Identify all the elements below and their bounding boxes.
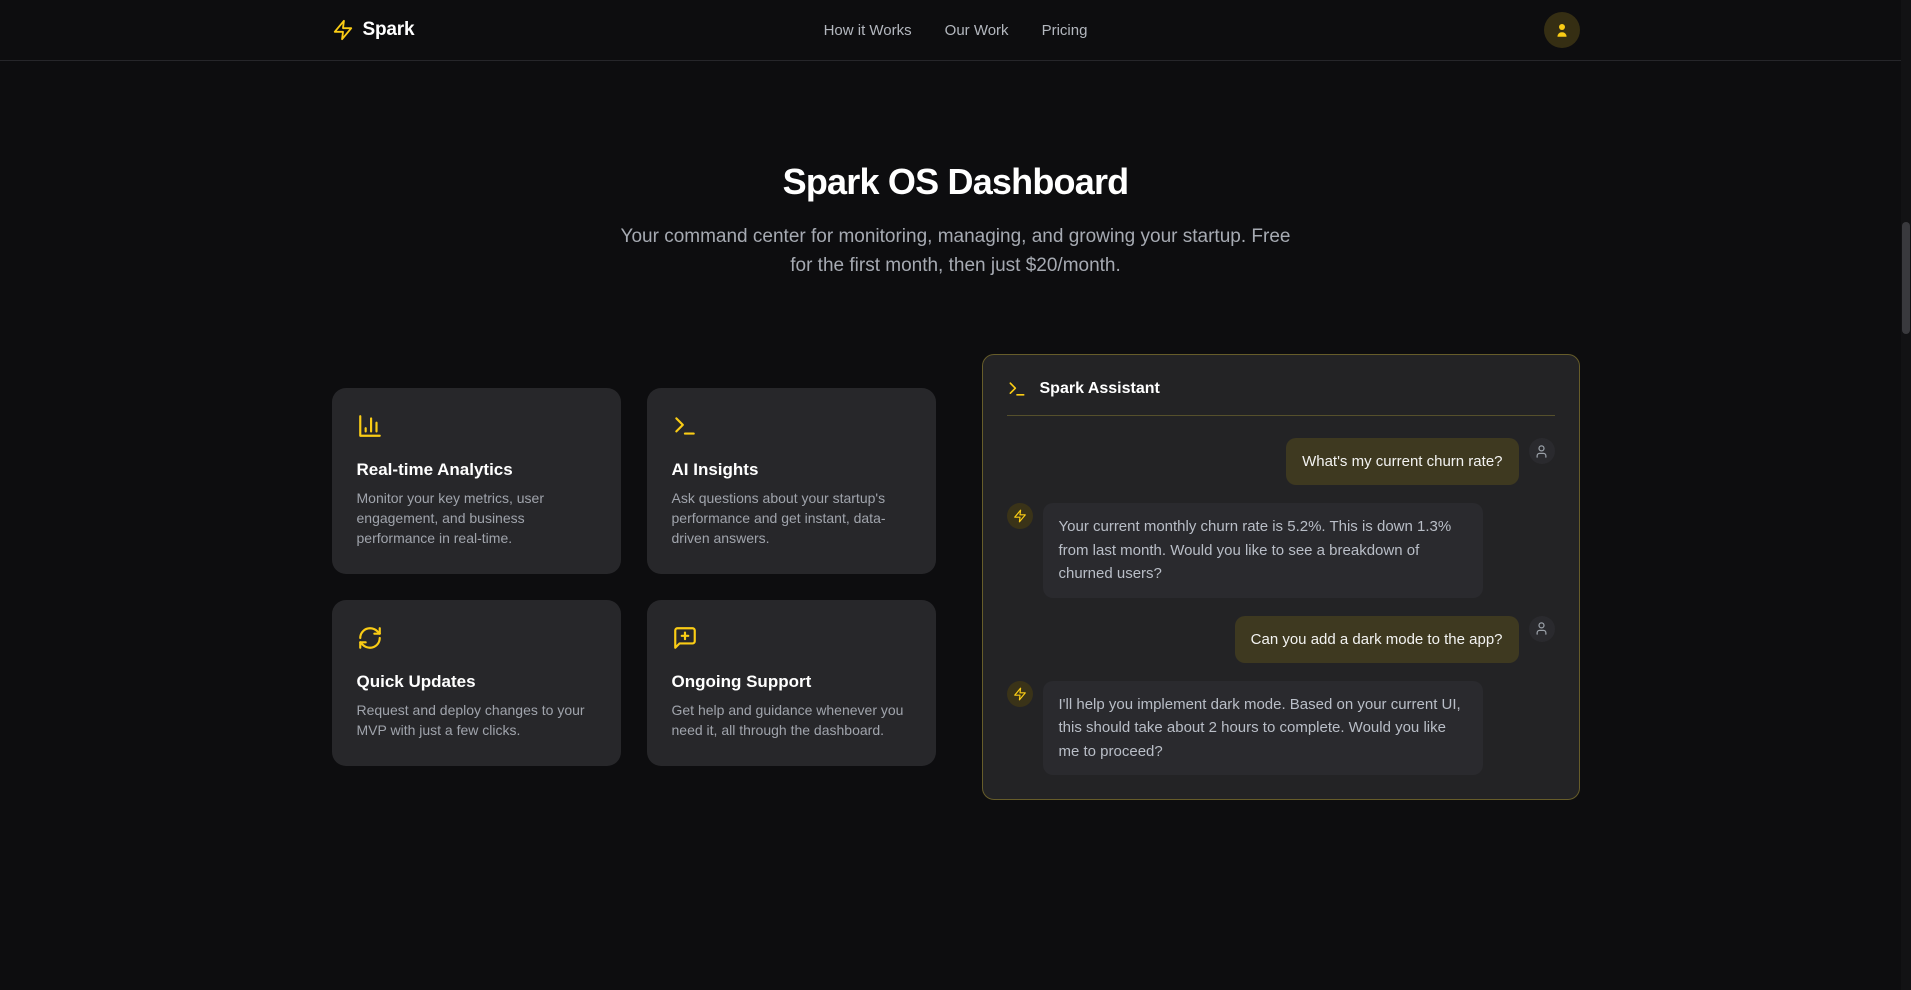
feature-title: Ongoing Support — [672, 672, 911, 692]
user-avatar — [1529, 616, 1555, 642]
chat-message-assistant: I'll help you implement dark mode. Based… — [1007, 681, 1555, 775]
feature-card-quick-updates: Quick Updates Request and deploy changes… — [332, 600, 621, 766]
terminal-icon — [1007, 379, 1027, 399]
chat-header: Spark Assistant — [1007, 379, 1555, 416]
navbar-right — [1087, 12, 1579, 48]
feature-card-ai-insights: AI Insights Ask questions about your sta… — [647, 388, 936, 574]
brand-name: Spark — [363, 19, 415, 41]
content-row: Real-time Analytics Monitor your key met… — [332, 354, 1580, 800]
assistant-avatar — [1007, 503, 1033, 529]
assistant-avatar — [1007, 681, 1033, 707]
user-avatar — [1529, 438, 1555, 464]
user-icon — [1553, 21, 1571, 39]
feature-description: Ask questions about your startup's perfo… — [672, 489, 911, 549]
message-plus-icon — [672, 625, 698, 651]
brand-logo[interactable]: Spark — [332, 19, 824, 41]
feature-description: Request and deploy changes to your MVP w… — [357, 701, 596, 741]
page-subtitle: Your command center for monitoring, mana… — [611, 223, 1301, 280]
scrollbar-thumb[interactable] — [1902, 222, 1910, 334]
feature-card-realtime-analytics: Real-time Analytics Monitor your key met… — [332, 388, 621, 574]
assistant-message-bubble: Your current monthly churn rate is 5.2%.… — [1043, 503, 1483, 597]
refresh-icon — [357, 625, 383, 651]
user-icon — [1534, 621, 1549, 636]
spark-assistant-panel: Spark Assistant What's my current churn … — [982, 354, 1580, 800]
user-message-bubble: Can you add a dark mode to the app? — [1235, 616, 1519, 663]
chat-title: Spark Assistant — [1040, 380, 1160, 398]
feature-title: Quick Updates — [357, 672, 596, 692]
chat-message-user: Can you add a dark mode to the app? — [1007, 616, 1555, 663]
nav-link-our-work[interactable]: Our Work — [945, 22, 1009, 39]
feature-card-ongoing-support: Ongoing Support Get help and guidance wh… — [647, 600, 936, 766]
feature-description: Monitor your key metrics, user engagemen… — [357, 489, 596, 549]
main-content: Spark OS Dashboard Your command center f… — [0, 61, 1911, 800]
navbar: Spark How it Works Our Work Pricing — [0, 0, 1911, 61]
chat-messages: What's my current churn rate? Your curre… — [1007, 416, 1555, 775]
navbar-inner: Spark How it Works Our Work Pricing — [332, 12, 1580, 48]
feature-title: Real-time Analytics — [357, 460, 596, 480]
zap-icon — [1013, 509, 1027, 523]
zap-icon — [332, 19, 354, 41]
features-grid: Real-time Analytics Monitor your key met… — [332, 388, 936, 765]
nav-link-how-it-works[interactable]: How it Works — [824, 22, 912, 39]
nav-link-pricing[interactable]: Pricing — [1042, 22, 1088, 39]
chat-message-user: What's my current churn rate? — [1007, 438, 1555, 485]
user-icon — [1534, 444, 1549, 459]
feature-title: AI Insights — [672, 460, 911, 480]
feature-description: Get help and guidance whenever you need … — [672, 701, 911, 741]
user-message-bubble: What's my current churn rate? — [1286, 438, 1518, 485]
page-title: Spark OS Dashboard — [0, 161, 1911, 203]
nav-links: How it Works Our Work Pricing — [824, 22, 1088, 39]
user-avatar-button[interactable] — [1544, 12, 1580, 48]
assistant-message-bubble: I'll help you implement dark mode. Based… — [1043, 681, 1483, 775]
zap-icon — [1013, 687, 1027, 701]
terminal-icon — [672, 413, 698, 439]
hero-section: Spark OS Dashboard Your command center f… — [0, 61, 1911, 280]
chat-message-assistant: Your current monthly churn rate is 5.2%.… — [1007, 503, 1555, 597]
bar-chart-icon — [357, 413, 383, 439]
scrollbar-track — [1901, 0, 1911, 990]
